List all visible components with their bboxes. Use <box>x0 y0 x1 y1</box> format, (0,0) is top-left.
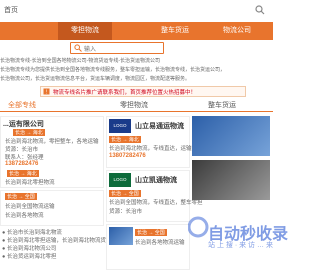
listing-title: 山立凯通物流 <box>135 177 177 184</box>
route-badge: 长治 → 全国 <box>5 193 37 200</box>
listing-contact: 联系人：张经理 <box>5 155 44 161</box>
tab-all[interactable]: 全部专线 <box>8 100 36 110</box>
nav-item-ltl[interactable]: 零担物流 <box>58 22 112 40</box>
bottom-list-item[interactable]: ● 长治市长治到海北物流 <box>2 228 62 236</box>
listing-source: 货源：长治市 <box>109 209 143 215</box>
company-logo: LOGO <box>109 173 131 187</box>
route-badge: 长治 → 海北 <box>109 136 141 143</box>
listing-card-left-1[interactable]: ...运有限公司 长治 → 海北 长治到海北物流，零担整车，各地运输 货源：长治… <box>0 116 104 188</box>
company-logo: LOGO <box>109 119 131 133</box>
listing-card-mid-3[interactable]: 长治 → 全国 长治到各地物流运输 <box>106 224 190 270</box>
listing-title: ...运有限公司 <box>3 121 44 128</box>
route-badge-2: 长治 → 海北 <box>7 170 39 177</box>
search-icon[interactable] <box>255 5 265 15</box>
intro-line-1: 长治物流专线-长治到全国各地物流公司-物流货运专线-长治货运物流公司 <box>0 58 160 64</box>
listing-desc: 长治到海北物流，零担整车，各地运输 <box>5 139 99 145</box>
listing-card-mid-1[interactable]: LOGO 山立易通运物流 长治 → 海北 长治到海北物流，专线直达，运输整车零担… <box>106 116 214 168</box>
bottom-list-item[interactable]: ● 长治货运到海北零担 <box>2 252 56 260</box>
listing-phone[interactable]: 13807282476 <box>109 153 146 159</box>
category-tabs: 全部专线 零担物流 整车货运 <box>0 98 273 112</box>
listing-phone[interactable]: 1387282476 <box>5 161 38 167</box>
ad-image-2[interactable] <box>192 160 270 200</box>
notice-text: 物流专线名片推广请联系我们，首页推荐位置火热招募中！ <box>53 90 197 96</box>
listing-desc: 长治到全国物流运输 <box>5 204 55 210</box>
nav-item-ftl[interactable]: 整车货运 <box>148 22 202 40</box>
listing-desc-2: 长治到各地物流 <box>5 213 44 219</box>
route-badge: 长治 → 全国 <box>109 190 141 197</box>
search-placeholder: 输入 <box>84 47 97 53</box>
bottom-list-item[interactable]: ● 长治到海北物流公司 <box>2 244 56 252</box>
listing-desc: 长治到各地物流运输 <box>135 240 185 246</box>
notice-icon: ! <box>43 88 50 95</box>
top-bar: 首页 <box>0 0 273 23</box>
nav-item-company[interactable]: 物流公司 <box>210 22 264 40</box>
listing-thumbnail <box>109 227 133 245</box>
intro-line-2: 长治物流专线为您提供长治到全国各地物流专线服务，整车零担运输，长治物流专线，长治… <box>0 67 226 73</box>
notice-banner[interactable]: ! 物流专线名片推广请联系我们，首页推荐位置火热招募中！ <box>40 86 246 97</box>
listing-source: 货源：长治市 <box>5 147 39 153</box>
listing-card-left-2[interactable]: 长治 → 全国 长治到全国物流运输 长治到各地物流 <box>0 190 104 226</box>
listing-card-mid-2[interactable]: LOGO 山立凯通物流 长治 → 全国 长治到全国物流，专线直达，整车零担 货源… <box>106 170 203 222</box>
bottom-list-item[interactable]: ● 长治到海北零担运输，长治到海北物流货运专线 <box>2 236 122 244</box>
ad-image[interactable] <box>192 116 270 156</box>
listing-title: 山立易通运物流 <box>135 123 184 130</box>
home-link[interactable]: 首页 <box>4 5 18 15</box>
intro-line-3: 长治物流公司，长治货运物流信息平台，货运车辆调度，物流园区，物流配送等服务。 <box>0 76 191 82</box>
tab-ltl[interactable]: 零担物流 <box>120 100 148 110</box>
search-input[interactable]: 输入 <box>70 42 164 54</box>
tab-ftl[interactable]: 整车货运 <box>208 100 236 110</box>
route-badge: 长治 → 全国 <box>135 229 167 236</box>
route-badge: 长治 → 海北 <box>13 129 45 136</box>
watermark-subtitle: 站 上 搜 · 来 访 … 来 <box>208 242 273 249</box>
search-icon <box>74 44 82 52</box>
listing-desc-2: 长治到海北零担物流 <box>5 180 55 186</box>
svg-text:!: ! <box>46 90 47 96</box>
